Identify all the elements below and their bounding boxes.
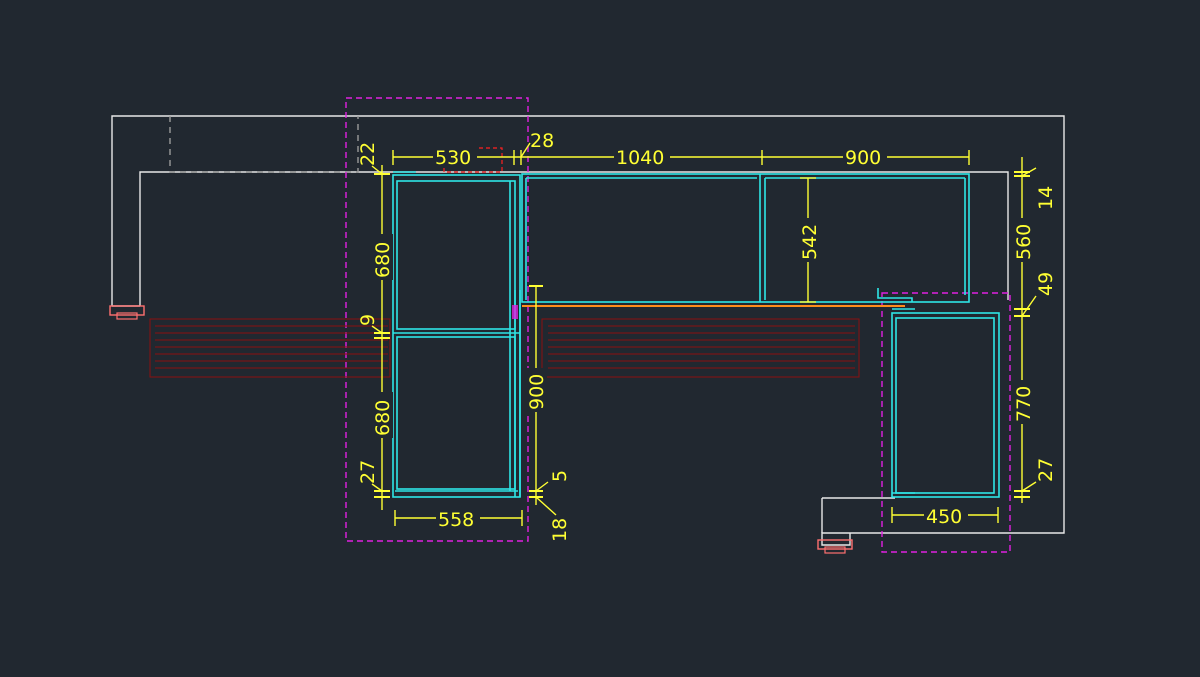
right-cabinet bbox=[891, 308, 1000, 498]
dim-49: 49 bbox=[1035, 272, 1057, 296]
wall-outline bbox=[111, 115, 1065, 546]
dim-1040: 1040 bbox=[616, 147, 664, 169]
wall-inner-outline bbox=[139, 171, 1009, 306]
dim-530: 530 bbox=[435, 147, 471, 169]
left-dimension-chain bbox=[371, 165, 390, 510]
dim-900-vertical: 900 bbox=[526, 374, 548, 410]
right-dimension-chain bbox=[1014, 157, 1037, 503]
hatch-right bbox=[541, 318, 860, 378]
dim-770: 770 bbox=[1013, 386, 1035, 422]
dim-560: 560 bbox=[1013, 224, 1035, 260]
dim-18: 18 bbox=[549, 518, 571, 542]
dim-5: 5 bbox=[549, 470, 571, 482]
dim-27-right: 27 bbox=[1035, 458, 1057, 482]
fixture-right bbox=[817, 539, 853, 554]
dim-680-lower: 680 bbox=[372, 400, 394, 436]
dim-28: 28 bbox=[530, 130, 554, 152]
upper-cabinets bbox=[521, 173, 970, 303]
left-tall-cabinets bbox=[392, 171, 521, 498]
dim-14: 14 bbox=[1035, 186, 1057, 210]
dim-9: 9 bbox=[357, 314, 379, 326]
dim-22: 22 bbox=[357, 142, 379, 166]
panel-divider bbox=[512, 290, 521, 497]
dim-27-left: 27 bbox=[357, 460, 379, 484]
dim-900-top: 900 bbox=[845, 147, 881, 169]
kitchen-plan-drawing: 530 28 1040 900 22 680 9 680 27 558 900 bbox=[109, 97, 1065, 554]
hatch-left bbox=[149, 318, 391, 378]
fixture-left bbox=[109, 305, 145, 320]
dim-680-upper: 680 bbox=[372, 242, 394, 278]
dim-450: 450 bbox=[926, 506, 962, 528]
dim-542: 542 bbox=[799, 224, 821, 260]
opening-dashed bbox=[169, 116, 359, 173]
dim-558: 558 bbox=[438, 509, 474, 531]
